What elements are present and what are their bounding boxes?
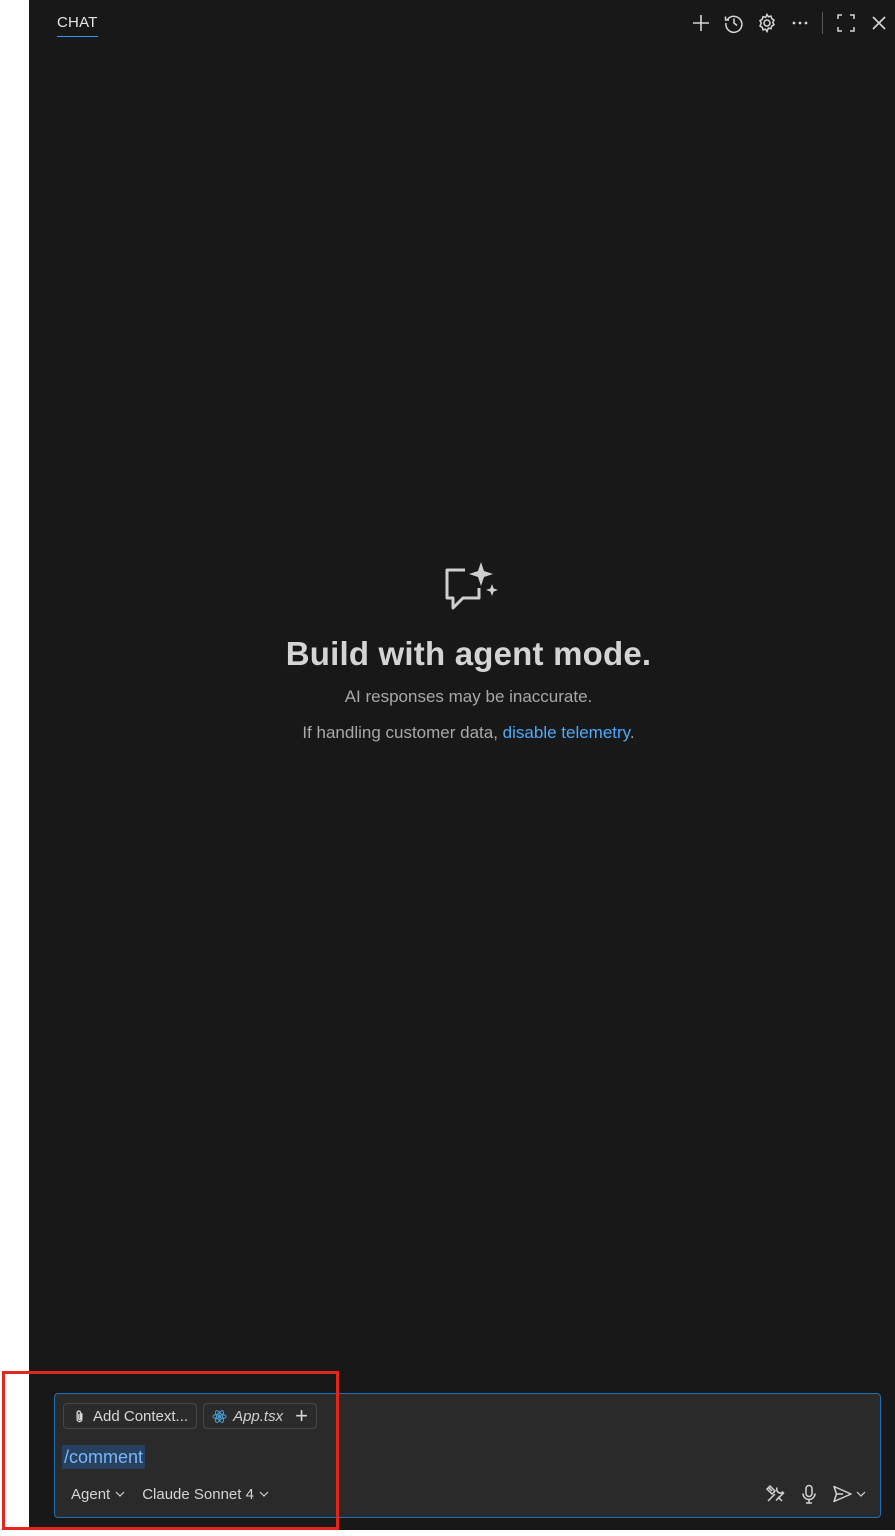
gear-icon <box>758 12 775 34</box>
telemetry-notice: If handling customer data, disable telem… <box>29 723 895 743</box>
telemetry-suffix: . <box>629 723 635 742</box>
input-bottom-bar: Agent Claude Sonnet 4 <box>63 1481 872 1507</box>
settings-button[interactable] <box>750 8 783 38</box>
welcome-subtitle: AI responses may be inaccurate. <box>344 687 593 706</box>
chat-input-box[interactable]: Add Context... App.tsx + /comment Agent … <box>54 1393 881 1518</box>
voice-input-button[interactable] <box>792 1481 826 1507</box>
chat-header: CHAT <box>29 0 895 48</box>
welcome-message: Build with agent mode. AI responses may … <box>29 558 895 743</box>
welcome-title: Build with agent mode. <box>285 635 652 672</box>
tab-chat[interactable]: CHAT <box>57 14 98 37</box>
history-icon <box>724 15 743 34</box>
mode-picker[interactable]: Agent <box>63 1486 134 1503</box>
chat-sparkle-icon <box>445 562 498 610</box>
send-icon <box>833 1485 852 1503</box>
more-actions-button[interactable] <box>783 8 816 38</box>
add-context-button[interactable]: Add Context... <box>63 1403 198 1429</box>
chat-panel: CHAT Build with agent mode. AI responses… <box>29 0 895 1530</box>
tools-button[interactable] <box>758 1481 792 1507</box>
maximize-icon <box>836 14 855 32</box>
react-icon <box>212 1409 227 1423</box>
new-chat-button[interactable] <box>684 8 717 38</box>
send-button[interactable] <box>826 1481 872 1507</box>
add-context-label: Add Context... <box>93 1407 189 1425</box>
toolbar-separator <box>822 12 823 34</box>
chat-input-text[interactable]: /comment <box>62 1445 146 1469</box>
telemetry-prefix: If handling customer data, <box>302 723 503 742</box>
chevron-down-icon[interactable] <box>855 1488 867 1500</box>
add-file-plus-icon[interactable]: + <box>295 1405 308 1427</box>
microphone-icon <box>802 1484 816 1504</box>
file-chip-label: App.tsx <box>233 1407 284 1425</box>
context-chips: Add Context... App.tsx + <box>63 1403 317 1429</box>
close-button[interactable] <box>862 8 895 38</box>
file-context-chip[interactable]: App.tsx + <box>203 1403 317 1429</box>
close-icon <box>871 16 886 30</box>
history-button[interactable] <box>717 8 750 38</box>
chevron-down-icon <box>115 1491 125 1497</box>
mode-label: Agent <box>71 1485 111 1503</box>
more-icon <box>792 21 807 25</box>
chat-toolbar <box>684 8 895 38</box>
model-picker[interactable]: Claude Sonnet 4 <box>134 1486 278 1503</box>
paperclip-icon <box>76 1409 83 1422</box>
disable-telemetry-link[interactable]: disable telemetry <box>503 723 630 742</box>
model-label: Claude Sonnet 4 <box>142 1485 254 1503</box>
chevron-down-icon <box>259 1491 269 1497</box>
maximize-button[interactable] <box>829 8 862 38</box>
tools-icon <box>765 1484 785 1502</box>
plus-icon <box>692 15 709 31</box>
